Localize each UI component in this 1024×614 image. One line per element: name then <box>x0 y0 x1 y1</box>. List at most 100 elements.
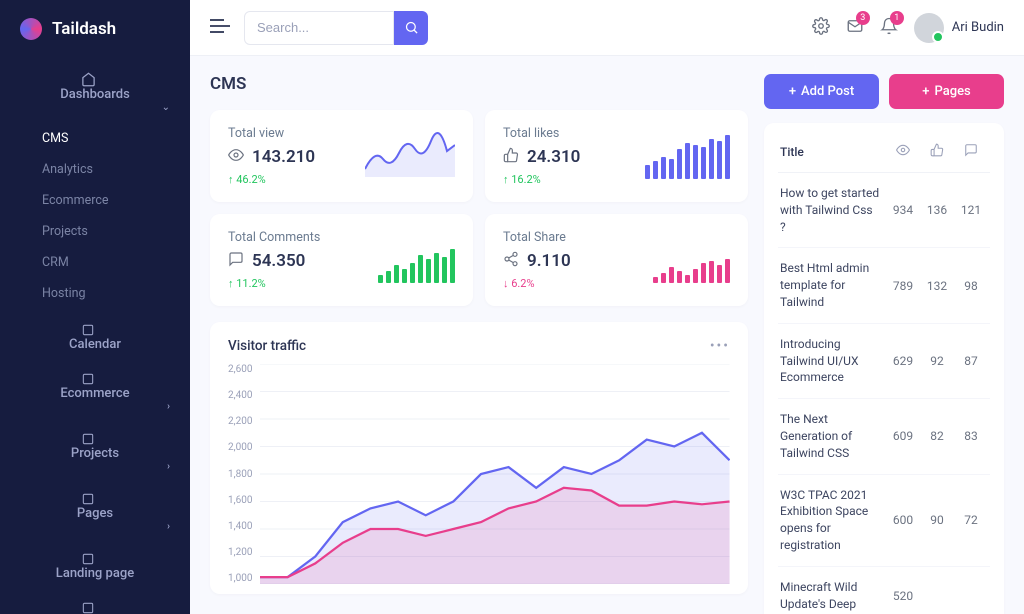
row-views: 520 <box>886 589 920 603</box>
row-title: Introducing Tailwind UI/UX Ecommerce <box>780 336 886 386</box>
row-comments: 98 <box>954 279 988 293</box>
nav-label: Landing page <box>56 566 134 581</box>
stat-change: ↑ 16.2% <box>503 173 580 186</box>
nav-sub-analytics[interactable]: Analytics <box>0 154 190 185</box>
table-header: Title <box>778 135 990 173</box>
user-name: Ari Budin <box>952 20 1004 35</box>
search-button[interactable] <box>394 11 428 45</box>
pages-button[interactable]: + Pages <box>889 74 1004 109</box>
topbar: 3 1 Ari Budin <box>190 0 1024 56</box>
stat-label: Total Comments <box>228 230 320 245</box>
mail-badge: 3 <box>856 11 870 25</box>
cart-icon <box>81 372 97 386</box>
stat-label: Total likes <box>503 126 580 141</box>
row-comments: 72 <box>954 513 988 527</box>
eye-icon <box>228 147 244 167</box>
bell-badge: 1 <box>890 11 904 25</box>
row-comments: 121 <box>954 203 988 217</box>
nav-ecommerce[interactable]: Ecommerce › <box>0 362 190 422</box>
stat-change: ↓ 6.2% <box>503 277 571 290</box>
stat-total-likes: Total likes 24.310 ↑ 16.2% <box>485 110 748 202</box>
nav-label: Ecommerce <box>60 386 129 401</box>
row-title: W3C TPAC 2021 Exhibition Space opens for… <box>780 487 886 554</box>
row-likes: 132 <box>920 279 954 293</box>
nav-sub-crm[interactable]: CRM <box>0 247 190 278</box>
stat-total-view: Total view 143.210 ↑ 46.2% <box>210 110 473 202</box>
mini-chart <box>645 133 730 179</box>
nav-sub-cms[interactable]: CMS <box>0 123 190 154</box>
visitor-traffic-card: Visitor traffic ••• 2,6002,4002,2002,000… <box>210 322 748 594</box>
chevron-down-icon: ⌄ <box>162 102 170 113</box>
menu-toggle-icon[interactable] <box>210 17 230 38</box>
file-icon <box>81 492 97 506</box>
nav-calendar[interactable]: Calendar <box>0 313 190 362</box>
chart-y-axis: 2,6002,4002,2002,0001,8001,6001,4001,200… <box>228 364 260 584</box>
nav-sub-projects[interactable]: Projects <box>0 216 190 247</box>
stat-total-share: Total Share 9.110 ↓ 6.2% <box>485 214 748 306</box>
nav-landing-page[interactable]: Landing page <box>0 542 190 591</box>
table-row[interactable]: W3C TPAC 2021 Exhibition Space opens for… <box>778 475 990 567</box>
table-row[interactable]: The Next Generation of Tailwind CSS 609 … <box>778 399 990 474</box>
mini-chart <box>653 237 730 283</box>
search-icon <box>404 20 419 35</box>
stat-change: ↑ 46.2% <box>228 173 315 186</box>
search-box <box>244 11 428 45</box>
row-views: 789 <box>886 279 920 293</box>
grid-icon <box>81 601 97 614</box>
table-row[interactable]: Best Html admin template for Tailwind 78… <box>778 248 990 323</box>
sidebar: Taildash Dashboards ⌄ CMS Analytics Ecom… <box>0 0 190 614</box>
table-row[interactable]: How to get started with Tailwind Css ? 9… <box>778 173 990 248</box>
nav-pages[interactable]: Pages › <box>0 482 190 542</box>
row-views: 629 <box>886 354 920 368</box>
nav-label: Projects <box>71 446 119 461</box>
row-views: 934 <box>886 203 920 217</box>
add-post-button[interactable]: + Add Post <box>764 74 879 109</box>
stat-label: Total Share <box>503 230 571 245</box>
nav-label: Pages <box>77 506 113 521</box>
table-row[interactable]: Introducing Tailwind UI/UX Ecommerce 629… <box>778 324 990 399</box>
row-title: How to get started with Tailwind Css ? <box>780 185 886 235</box>
table-row[interactable]: Minecraft Wild Update's Deep 520 <box>778 567 990 614</box>
chevron-right-icon: › <box>167 401 170 412</box>
row-comments: 83 <box>954 429 988 443</box>
nav-sub-hosting[interactable]: Hosting <box>0 278 190 309</box>
row-title: Minecraft Wild Update's Deep <box>780 579 886 613</box>
plus-icon: + <box>922 84 929 99</box>
traffic-title: Visitor traffic <box>228 338 306 354</box>
stat-total-comments: Total Comments 54.350 ↑ 11.2% <box>210 214 473 306</box>
comment-icon <box>954 143 988 160</box>
row-title: Best Html admin template for Tailwind <box>780 260 886 310</box>
search-input[interactable] <box>244 11 394 45</box>
nav-layout[interactable]: Layout› <box>0 591 190 614</box>
layout-icon <box>81 552 97 566</box>
nav-label: Dashboards <box>60 87 130 102</box>
brand-logo[interactable]: Taildash <box>0 0 190 58</box>
mail-button[interactable]: 3 <box>846 17 864 39</box>
traffic-menu-button[interactable]: ••• <box>710 338 730 354</box>
mini-chart <box>365 131 455 181</box>
th-title: Title <box>780 145 886 159</box>
row-likes: 82 <box>920 429 954 443</box>
traffic-chart <box>260 364 730 584</box>
brand-name: Taildash <box>52 19 116 39</box>
nav-projects[interactable]: Projects › <box>0 422 190 482</box>
stat-value: 54.350 <box>252 251 305 271</box>
eye-icon <box>886 143 920 160</box>
avatar <box>914 13 944 43</box>
chevron-right-icon: › <box>167 461 170 472</box>
user-menu[interactable]: Ari Budin <box>914 13 1004 43</box>
row-likes: 90 <box>920 513 954 527</box>
stat-value: 9.110 <box>527 251 571 271</box>
thumb-icon <box>920 143 954 160</box>
notifications-button[interactable]: 1 <box>880 17 898 39</box>
row-comments: 87 <box>954 354 988 368</box>
settings-button[interactable] <box>812 17 830 39</box>
stat-value: 143.210 <box>252 147 315 167</box>
stat-change: ↑ 11.2% <box>228 277 320 290</box>
chevron-right-icon: › <box>167 521 170 532</box>
gear-icon <box>812 17 830 35</box>
posts-table: Title How to get started with Tailwind C… <box>764 123 1004 614</box>
nav-sub-ecommerce[interactable]: Ecommerce <box>0 185 190 216</box>
nav-dashboards[interactable]: Dashboards ⌄ <box>0 62 190 123</box>
home-icon <box>81 72 97 87</box>
